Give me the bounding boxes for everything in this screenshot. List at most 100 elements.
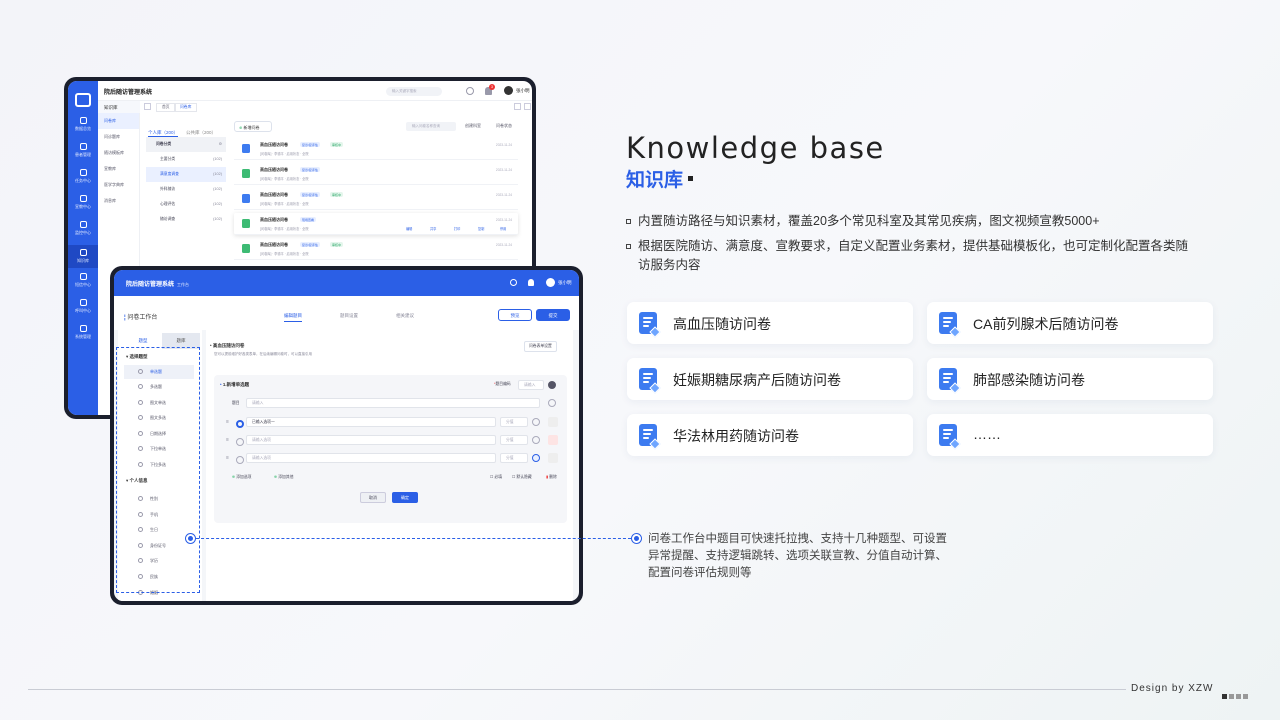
code-label: *题目编码 (494, 382, 511, 386)
nav-item[interactable]: 系统管理 (68, 325, 98, 340)
tree-item[interactable]: 心理评估 (102) (146, 197, 226, 212)
survey-card[interactable]: 妊娠期糖尿病产后随访问卷 (627, 358, 913, 400)
menu-item[interactable]: 问诊题库 (98, 129, 139, 145)
list-item[interactable]: 高血压随访问卷 复诊/复评估 [问卷库] · 李德平 · 启用状态 · 全院 2023… (234, 163, 518, 185)
avatar[interactable] (504, 86, 513, 95)
list-item[interactable]: 高血压随访问卷 复诊/复评估 审核中 [问卷库] · 李德平 · 启用状态 · 全院 2… (234, 188, 518, 210)
print-action[interactable]: 打印 (454, 226, 460, 231)
nav-item[interactable]: 任务中心 (68, 169, 98, 184)
menu-item[interactable]: 医学字典库 (98, 177, 139, 193)
delete-question-button[interactable]: ▮ 删除 (546, 474, 557, 480)
option-input[interactable]: 请输入选项 (246, 435, 496, 445)
share-action[interactable]: 共享 (430, 226, 436, 231)
info-icon[interactable] (548, 399, 556, 407)
tab-settings[interactable]: 题目设置 (340, 313, 358, 319)
tab-prev-icon[interactable] (144, 103, 151, 110)
app1-sidebar: 数据总览 患者管理 任务中心 宣教中心 监控中心 知识库 短信中心 呼叫中心 系… (68, 81, 98, 415)
menu-item[interactable]: 宣教库 (98, 161, 139, 177)
score-input[interactable]: 分值 (500, 435, 528, 445)
help-icon[interactable] (466, 87, 474, 95)
info-icon[interactable] (532, 454, 540, 462)
survey-card[interactable]: …… (927, 414, 1213, 456)
submit-button[interactable]: 提交 (536, 309, 570, 321)
tree-item[interactable]: 随访调查 (102) (146, 212, 226, 227)
avatar[interactable] (546, 278, 555, 287)
radio-icon[interactable] (236, 438, 244, 446)
status-filter[interactable]: 问卷状态 (496, 123, 512, 129)
menu-item[interactable]: 随访模板库 (98, 145, 139, 161)
list-item[interactable]: 高血压随访问卷 复诊/复评估 审核中 [问卷库] · 李德平 · 启用状态 · 全院 2… (234, 238, 518, 260)
help-icon[interactable] (548, 381, 556, 389)
option-input[interactable]: 已输入选项一 (246, 417, 496, 427)
form-settings-button[interactable]: 问卷表单设置 (524, 341, 557, 352)
survey-card[interactable]: 肺部感染随访问卷 (927, 358, 1213, 400)
drag-handle-icon[interactable]: ≡ (226, 419, 229, 425)
delete-icon[interactable] (548, 417, 558, 427)
disable-action[interactable]: 停用 (500, 226, 506, 231)
tree-item[interactable]: 主要分类 (102) (146, 152, 226, 167)
cancel-button[interactable]: 取消 (360, 492, 386, 503)
question-card: • 1.新增单选题 *题目编码 请输入 题目 请输入 ≡ 已输入选项一 分值 ≡… (214, 375, 567, 523)
filter-input[interactable]: 输入问卷名称查询 (406, 122, 456, 131)
list-item[interactable]: 高血压随访问卷 复诊/复评估 审核中 [问卷库] · 李德平 · 启用状态 · 全院 2… (234, 138, 518, 160)
tab-next-icon[interactable] (514, 103, 521, 110)
nav-item[interactable]: 呼叫中心 (68, 299, 98, 314)
tab-survey-lib[interactable]: 问卷库 (174, 103, 198, 112)
copy-action[interactable]: 复制 (478, 226, 484, 231)
nav-item[interactable]: 监控中心 (68, 221, 98, 236)
drag-handle-icon[interactable]: ≡ (226, 437, 229, 443)
user-name: 张小明 (558, 280, 572, 285)
search-input[interactable]: 输入关键字搜索 (386, 87, 442, 96)
stem-input[interactable]: 请输入 (246, 398, 540, 408)
info-icon[interactable] (532, 418, 540, 426)
survey-card[interactable]: 高血压随访问卷 (627, 302, 913, 344)
score-input[interactable]: 分值 (500, 417, 528, 427)
survey-card[interactable]: CA前列腺术后随访问卷 (927, 302, 1213, 344)
tree-item[interactable]: 满意度调查 (102) (146, 167, 226, 182)
add-other-button[interactable]: ⊕ 添加其他 (274, 474, 293, 480)
nav-item-knowledge[interactable]: 知识库 (68, 245, 98, 268)
bell-icon[interactable] (528, 279, 534, 286)
survey-card[interactable]: 华法林用药随访问卷 (627, 414, 913, 456)
code-input[interactable]: 请输入 (518, 380, 544, 390)
drag-handle-icon[interactable]: ≡ (226, 455, 229, 461)
add-survey-button[interactable]: ⊕ 新增问卷 (234, 121, 272, 132)
radio-icon[interactable] (236, 456, 244, 464)
menu-item[interactable]: 消息库 (98, 193, 139, 209)
doc-icon (242, 219, 250, 228)
callout-dot (632, 534, 641, 543)
nav-item[interactable]: 宣教中心 (68, 195, 98, 210)
list-item-hover[interactable]: 高血压随访问卷 现场查看 [问卷库] · 李德平 · 启用状态 · 全院 2023-1… (234, 213, 518, 235)
help-icon[interactable] (510, 279, 517, 286)
preview-button[interactable]: 预览 (498, 309, 532, 321)
info-icon[interactable] (532, 436, 540, 444)
nav-item[interactable]: 患者管理 (68, 143, 98, 158)
page-indicator (1222, 686, 1250, 704)
edit-action[interactable]: 编辑 (406, 226, 412, 231)
radio-icon[interactable] (236, 420, 244, 428)
footer-line (28, 689, 1126, 690)
tab-public[interactable]: 公共库（200） (186, 130, 216, 136)
delete-icon[interactable] (548, 453, 558, 463)
tab-personal[interactable]: 个人库（200） (148, 130, 179, 137)
tree-item[interactable]: 外科随访 (102) (146, 182, 226, 197)
nav-item[interactable]: 短信中心 (68, 273, 98, 288)
add-option-button[interactable]: ⊕ 添加选项 (232, 474, 251, 480)
delete-icon[interactable] (548, 435, 558, 445)
doc-icon (242, 169, 250, 178)
tab-advice[interactable]: 相关建议 (396, 313, 414, 319)
notification-badge: 3 (489, 84, 495, 90)
settings-icon[interactable]: ⚙ (219, 137, 222, 152)
menu-item[interactable]: 问卷库 (98, 113, 139, 129)
tab-more-icon[interactable] (524, 103, 531, 110)
tab-edit[interactable]: 编辑题目 (284, 313, 302, 322)
option-input[interactable]: 请输入选项 (246, 453, 496, 463)
hidden-checkbox[interactable]: ☐ 默认隐藏 (512, 474, 532, 480)
nav-item[interactable]: 数据总览 (68, 117, 98, 132)
score-input[interactable]: 分值 (500, 453, 528, 463)
dept-filter[interactable]: 创建科室 (465, 123, 481, 129)
callout-line (191, 538, 636, 539)
tab-home[interactable]: 首页 (156, 103, 176, 112)
confirm-button[interactable]: 确定 (392, 492, 418, 503)
required-checkbox[interactable]: ☐ 必填 (490, 474, 502, 480)
